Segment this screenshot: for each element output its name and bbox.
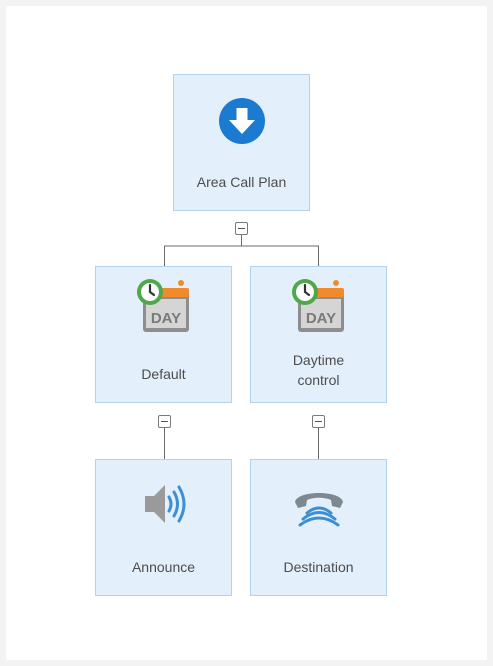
telephone-receiver-icon [287, 472, 351, 536]
call-plan-canvas: Area Call Plan DAY Default DAY Daytime c… [0, 0, 493, 666]
node-label: Default [141, 366, 186, 382]
node-area-call-plan[interactable]: Area Call Plan [173, 74, 310, 211]
node-label: Destination [283, 559, 354, 575]
collapse-toggle-root[interactable] [235, 222, 248, 235]
connector-root-default [164, 235, 242, 266]
download-arrow-icon [210, 89, 274, 153]
collapse-toggle-daytime-control[interactable] [312, 415, 325, 428]
node-destination[interactable]: Destination [250, 459, 387, 596]
node-announce[interactable]: Announce [95, 459, 232, 596]
node-label: Daytime control [292, 352, 345, 388]
day-clock-calendar-icon: DAY [287, 274, 351, 338]
day-clock-calendar-icon: DAY [132, 274, 196, 338]
node-label: Area Call Plan [196, 174, 287, 190]
speaker-icon [132, 472, 196, 536]
node-default[interactable]: DAY Default [95, 266, 232, 403]
svg-text:DAY: DAY [305, 310, 335, 327]
connector-root-daytime [241, 245, 319, 266]
node-daytime-control[interactable]: DAY Daytime control [250, 266, 387, 403]
collapse-toggle-default[interactable] [158, 415, 171, 428]
node-label: Announce [131, 559, 196, 575]
svg-text:DAY: DAY [150, 310, 180, 327]
